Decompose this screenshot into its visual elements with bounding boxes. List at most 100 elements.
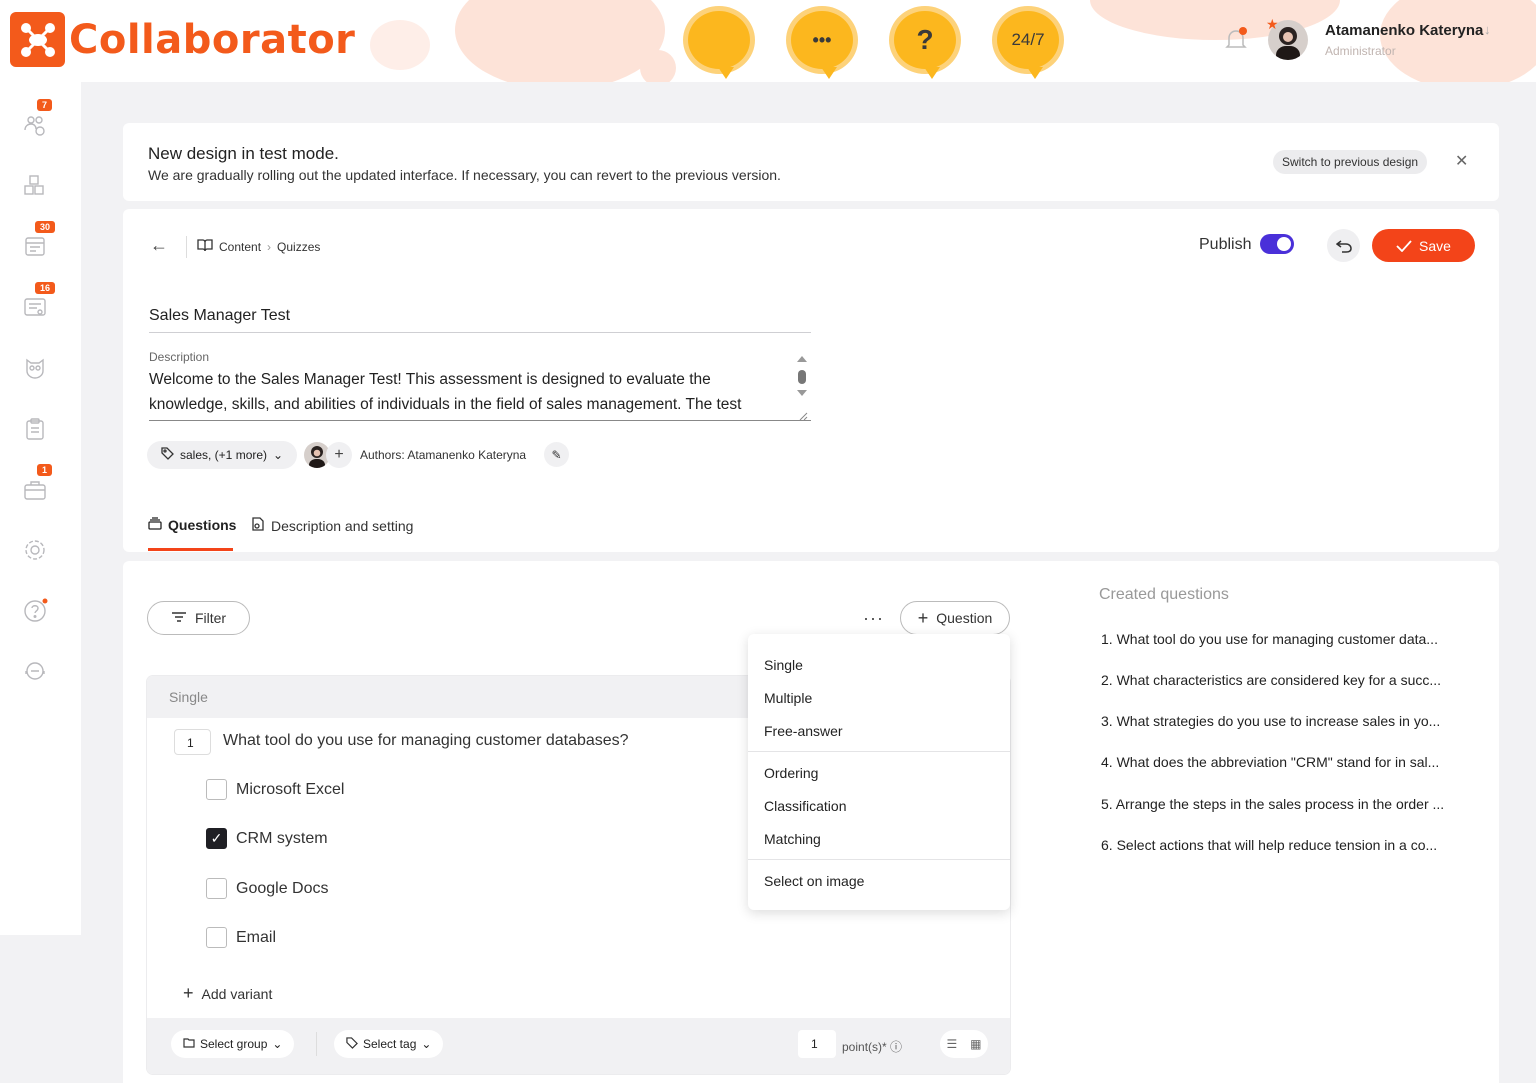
publish-toggle[interactable] [1260,234,1294,254]
quiz-title-input[interactable]: Sales Manager Test [149,307,811,333]
question-type-menu: Single Multiple Free-answer Ordering Cla… [748,634,1010,910]
tag-icon [161,447,174,463]
answer-variant[interactable]: Email [206,927,276,948]
add-author-button[interactable]: + [326,442,352,468]
created-question-link[interactable]: 1. What tool do you use for managing cus… [1101,631,1466,647]
select-group-dropdown[interactable]: Select group ⌄ [171,1030,295,1058]
star-icon: ★ [1266,16,1279,32]
created-question-link[interactable]: 3. What strategies do you use to increas… [1101,713,1466,729]
add-variant-label: Add variant [201,985,273,1002]
variant-label[interactable]: Google Docs [236,880,329,898]
abc-blocks-icon[interactable] [22,173,48,199]
book-icon [197,238,213,255]
24-7-support-button[interactable]: 24/7 [985,2,1071,79]
menu-item-free-answer[interactable]: Free-answer [764,723,843,739]
answer-variant[interactable]: Microsoft Excel [206,779,344,800]
variant-checkbox[interactable] [206,878,227,899]
variant-label[interactable]: CRM system [236,830,328,848]
add-question-button[interactable]: + Question [900,601,1010,635]
tags-dropdown[interactable]: sales, (+1 more) ⌄ [147,441,298,469]
menu-item-ordering[interactable]: Ordering [764,765,818,781]
created-question-link[interactable]: 2. What characteristics are considered k… [1101,672,1466,688]
tags-value: sales, (+1 more) [180,448,268,462]
sidebar-badge: 16 [35,282,56,294]
owl-icon[interactable] [22,355,48,381]
question-text-input[interactable]: What tool do you use for managing custom… [223,732,629,750]
tab-questions[interactable]: Questions [148,517,236,533]
user-name[interactable]: Atamanenko Kateryna [1325,22,1483,39]
banner-title: New design in test mode. [148,144,339,163]
variant-checkbox[interactable] [206,927,227,948]
people-gear-icon[interactable] [22,112,48,138]
clipboard-icon[interactable] [22,416,48,442]
breadcrumb: Content › Quizzes [197,238,320,255]
grid-view-icon[interactable]: ▦ [970,1037,981,1051]
undo-button[interactable] [1327,229,1360,262]
created-questions-title: Created questions [1099,586,1229,603]
certificate-icon[interactable] [22,294,48,320]
header-decoration [370,20,430,70]
answer-variant[interactable]: Google Docs [206,878,329,899]
plus-icon: + [183,983,194,1003]
save-button[interactable]: Save [1372,229,1475,262]
sidebar-badge: 7 [37,99,53,111]
list-view-icon[interactable]: ☰ [946,1037,957,1051]
tab-label: Description and setting [271,517,414,534]
description-scrollbar[interactable] [796,352,808,422]
created-question-link[interactable]: 4. What does the abbreviation "CRM" stan… [1101,754,1466,770]
chat-support-button[interactable] [676,2,762,79]
help-support-button[interactable]: ? [882,2,968,79]
created-question-link[interactable]: 6. Select actions that will help reduce … [1101,837,1466,853]
header-decoration [1380,0,1536,82]
notifications-bell-icon[interactable] [1222,25,1250,53]
filter-button[interactable]: Filter [147,601,250,635]
pencil-icon: ✎ [551,447,562,462]
view-toggle[interactable]: ☰ ▦ [940,1030,988,1058]
user-role: Administrator [1325,44,1396,58]
menu-item-select-on-image[interactable]: Select on image [764,873,864,889]
variant-label[interactable]: Microsoft Excel [236,781,344,799]
more-options-icon[interactable]: ··· [863,608,884,629]
calendar-icon[interactable] [22,233,48,259]
app-logo[interactable]: Collaborator [10,12,355,67]
add-variant-button[interactable]: + Add variant [183,983,272,1004]
menu-item-multiple[interactable]: Multiple [764,690,812,706]
messages-support-button[interactable]: ••• [779,2,865,79]
support-icon[interactable] [22,658,48,684]
menu-item-single[interactable]: Single [764,657,803,673]
tab-label: Questions [168,517,237,533]
back-arrow-icon[interactable]: ← [150,235,168,256]
breadcrumb-quizzes-link[interactable]: Quizzes [277,240,320,254]
question-number-input[interactable]: 1 [174,729,211,755]
divider [748,859,1010,860]
folder-icon [183,1037,195,1051]
select-group-label: Select group [200,1037,268,1051]
created-question-link[interactable]: 5. Arrange the steps in the sales proces… [1101,796,1466,812]
description-label: Description [149,350,210,364]
variant-checkbox[interactable] [206,779,227,800]
app-header: Collaborator ••• ? 24/7 ★ Atamanenko Kat… [0,0,1536,82]
help-icon[interactable] [22,598,48,624]
breadcrumb-content-link[interactable]: Content [219,240,261,254]
variant-label[interactable]: Email [236,929,276,947]
briefcase-icon[interactable] [22,477,48,503]
menu-item-matching[interactable]: Matching [764,831,821,847]
user-menu-chevron-icon[interactable]: ↓ [1484,22,1491,37]
gear-icon[interactable] [22,537,48,563]
select-tag-dropdown[interactable]: Select tag ⌄ [334,1030,444,1058]
points-input[interactable]: 1 [798,1030,836,1058]
add-question-label: Question [936,610,993,626]
answer-variant[interactable]: ✓ CRM system [206,828,328,849]
divider [316,1032,317,1056]
tab-description-setting[interactable]: Description and setting [251,517,413,534]
filter-label: Filter [194,610,227,626]
info-icon[interactable]: ⓘ [890,1040,902,1054]
switch-previous-design-button[interactable]: Switch to previous design [1273,150,1428,174]
variant-checkbox[interactable]: ✓ [206,828,227,849]
close-icon[interactable]: ✕ [1455,151,1468,171]
description-textarea[interactable]: Welcome to the Sales Manager Test! This … [149,367,783,417]
select-tag-label: Select tag [363,1037,417,1051]
edit-authors-button[interactable]: ✎ [544,442,569,467]
menu-item-classification[interactable]: Classification [764,798,846,814]
header-decoration [455,0,665,82]
